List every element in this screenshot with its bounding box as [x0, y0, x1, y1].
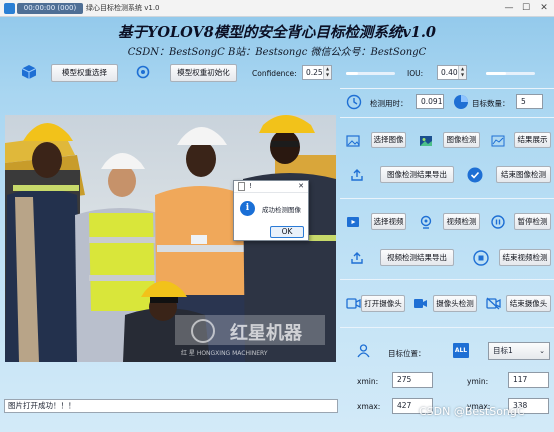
iou-value: 0.40: [441, 68, 458, 77]
maximize-button[interactable]: ☐: [520, 2, 532, 14]
dialog-close-icon[interactable]: ✕: [298, 182, 304, 190]
ymin-field: 117: [508, 372, 549, 388]
model-init-button[interactable]: 模型权重初始化: [170, 64, 237, 82]
time-label: 检测用时：: [370, 99, 408, 108]
confidence-value: 0.25: [306, 68, 323, 77]
webcam-icon: [418, 214, 433, 229]
window-title-redacted: 00:00:00 (000): [17, 3, 83, 14]
show-result-button[interactable]: 结果展示: [514, 132, 551, 148]
select-image-button[interactable]: 选择图像: [371, 132, 406, 148]
export-video-result-button[interactable]: 视频检测结果导出: [380, 249, 454, 266]
app-window: 00:00:00 (000) 绿心目标检测系统 v1.0 — ☐ ✕ 基于YOL…: [0, 0, 554, 432]
info-icon: i: [240, 201, 255, 216]
count-label: 目标数量：: [472, 99, 510, 108]
ymin-label: ymin:: [467, 377, 489, 386]
title-bar: 00:00:00 (000) 绿心目标检测系统 v1.0 — ☐ ✕: [0, 0, 554, 17]
confidence-slider[interactable]: [346, 72, 395, 75]
check-circle-icon: [466, 166, 483, 183]
upload-icon: [349, 250, 364, 265]
iou-spinbox[interactable]: 0.40 ▲ ▼: [437, 65, 467, 80]
confidence-slider-fill: [346, 72, 359, 75]
xmin-field: 275: [392, 372, 433, 388]
spin-arrows-icon[interactable]: ▲ ▼: [323, 66, 331, 79]
upload-icon: [349, 167, 364, 182]
iou-slider[interactable]: [486, 72, 535, 75]
export-image-result-button[interactable]: 图像检测结果导出: [380, 166, 454, 183]
line-chart-icon: [490, 133, 505, 148]
time-field: 0.091: [416, 94, 444, 109]
page-title: 基于YOLOV8模型的安全背心目标检测系统v1.0: [117, 24, 437, 41]
cube-icon: [20, 63, 38, 81]
select-video-button[interactable]: 选择视频: [371, 213, 406, 230]
clock-icon: [345, 93, 363, 111]
target-select[interactable]: 目标1 ⌄: [488, 342, 550, 360]
target-position-label: 目标位置：: [388, 349, 426, 358]
logo-subtext: 红 星 HONGXING MACHINERY: [181, 349, 268, 357]
page-subtitle: CSDN：BestSongC B站：Bestsongc 微信公众号：BestSo…: [127, 47, 427, 58]
panel-divider: [340, 88, 554, 89]
chevron-down-icon: ⌄: [539, 347, 545, 355]
end-video-detect-button[interactable]: 结束视频检测: [499, 249, 551, 266]
message-dialog: ! ✕ i 成功检测图像 OK: [233, 180, 309, 241]
status-bar: 图片打开成功！！！: [4, 399, 338, 413]
model-select-button[interactable]: 模型权重选择: [51, 64, 118, 82]
iou-label: IOU:: [407, 69, 424, 78]
detect-image-button[interactable]: 图像检测: [443, 132, 480, 148]
detect-video-button[interactable]: 视频检测: [443, 213, 480, 230]
stop-circle-icon: [472, 249, 489, 266]
csdn-watermark: CSDN @BestSongC: [419, 405, 525, 418]
dialog-title: !: [249, 182, 252, 190]
camera-off-icon: [485, 296, 501, 311]
spin-arrows-icon[interactable]: ▲ ▼: [458, 66, 466, 79]
xmax-label: xmax:: [357, 402, 381, 411]
open-camera-button[interactable]: 打开摄像头: [361, 295, 405, 312]
pie-chart-icon: [452, 93, 470, 111]
minimize-button[interactable]: —: [503, 2, 515, 14]
camera-icon: [345, 296, 361, 311]
all-targets-icon: ALL: [453, 343, 469, 358]
iou-slider-fill: [486, 72, 506, 75]
confidence-label: Confidence:: [252, 69, 297, 78]
pause-detect-button[interactable]: 暂停检测: [514, 213, 551, 230]
app-icon: [4, 3, 15, 14]
count-field: 5: [516, 94, 543, 109]
target-select-value: 目标1: [493, 346, 513, 355]
dialog-title-bar: ! ✕: [234, 181, 308, 193]
end-camera-button[interactable]: 结束摄像头: [506, 295, 551, 312]
confidence-spinbox[interactable]: 0.25 ▲ ▼: [302, 65, 332, 80]
panel-divider: [340, 327, 554, 328]
dialog-app-icon: [238, 182, 245, 191]
panel-divider: [340, 198, 554, 199]
camera-detect-button[interactable]: 摄像头检测: [433, 295, 477, 312]
video-icon: [345, 214, 360, 229]
end-image-detect-button[interactable]: 结束图像检测: [496, 166, 551, 183]
window-title: 绿心目标检测系统 v1.0: [86, 4, 160, 12]
user-icon: [356, 343, 370, 358]
image-icon: [345, 133, 360, 148]
xmin-label: xmin:: [357, 377, 379, 386]
panel-divider: [340, 117, 554, 118]
settings-gear-icon: [134, 63, 152, 81]
logo-text: 红星机器: [230, 322, 303, 344]
gallery-icon: [418, 133, 433, 148]
close-window-button[interactable]: ✕: [538, 2, 550, 14]
pause-icon: [490, 214, 505, 229]
panel-divider: [340, 279, 554, 280]
ok-button[interactable]: OK: [270, 226, 304, 238]
dialog-message: 成功检测图像: [262, 206, 301, 214]
video-camera-icon: [412, 296, 428, 311]
